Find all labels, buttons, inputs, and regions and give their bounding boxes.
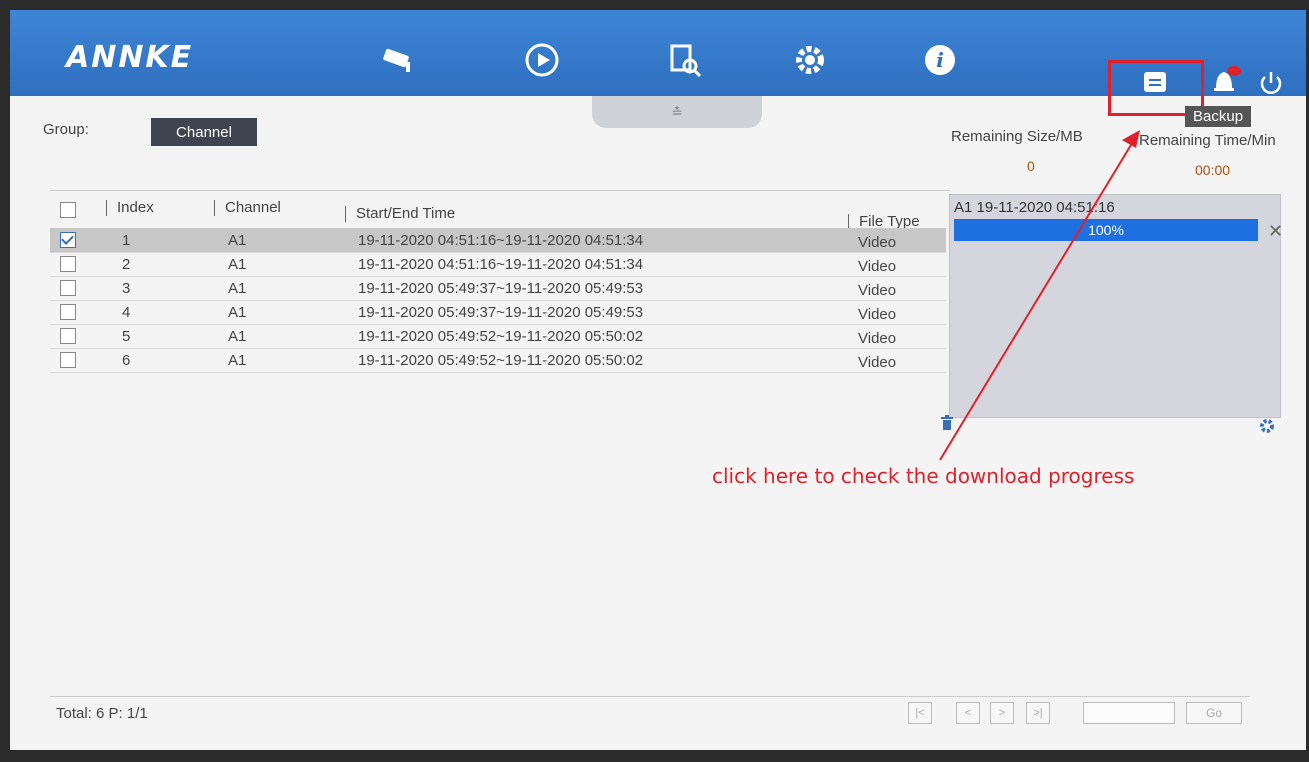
select-all-checkbox[interactable] <box>60 202 76 218</box>
backup-panel: Remaining Size/MB Remaining Time/Min 0 0… <box>941 122 1306 452</box>
header-channel: Channel <box>214 199 281 217</box>
progress-bar: 100% <box>954 219 1258 241</box>
remaining-time-value: 00:00 <box>1195 162 1231 178</box>
cell-time: 19-11-2020 04:51:16~19-11-2020 04:51:34 <box>358 256 644 273</box>
row-checkbox[interactable] <box>60 280 76 296</box>
cell-channel: A1 <box>228 328 247 345</box>
table-row[interactable]: 2 A1 19-11-2020 04:51:16~19-11-2020 04:51:… <box>50 252 946 277</box>
group-channel-button[interactable]: Channel <box>151 118 257 146</box>
alarm-bell-icon[interactable] <box>1206 62 1242 98</box>
annotation-text: click here to check the download progres… <box>712 464 1135 488</box>
cell-file-type: Video <box>858 258 897 275</box>
header-start-end-time: Start/End Time <box>345 205 455 223</box>
task-title: A1 19-11-2020 04:51:16 <box>954 199 1115 216</box>
cell-file-type: Video <box>858 306 897 323</box>
cell-index: 2 <box>122 256 131 273</box>
row-checkbox[interactable] <box>60 304 76 320</box>
remaining-size-value: 0 <box>1027 158 1035 174</box>
cell-index: 3 <box>122 280 131 297</box>
row-checkbox[interactable] <box>60 256 76 272</box>
cell-file-type: Video <box>858 354 897 371</box>
cell-time: 19-11-2020 05:49:52~19-11-2020 05:50:02 <box>358 352 644 369</box>
cell-file-type: Video <box>858 282 897 299</box>
settings-icon[interactable] <box>790 40 830 80</box>
cell-time: 19-11-2020 05:49:37~19-11-2020 05:49:53 <box>358 280 644 297</box>
cell-channel: A1 <box>228 304 247 321</box>
search-file-icon[interactable] <box>664 40 704 80</box>
cell-index: 6 <box>122 352 131 369</box>
cell-channel: A1 <box>228 280 247 297</box>
table-row[interactable]: 3 A1 19-11-2020 05:49:37~19-11-2020 05:49:… <box>50 276 946 301</box>
total-count: Total: 6 P: 1/1 <box>56 705 148 722</box>
gear-icon[interactable] <box>1259 418 1275 434</box>
cell-channel: A1 <box>228 352 247 369</box>
group-label: Group: <box>43 121 89 138</box>
last-page-button[interactable]: >| <box>1026 702 1050 724</box>
cell-index: 5 <box>122 328 131 345</box>
cell-time: 19-11-2020 04:51:16~19-11-2020 04:51:34 <box>358 232 644 249</box>
first-page-button[interactable]: |< <box>908 702 932 724</box>
trash-icon[interactable] <box>939 414 955 432</box>
row-checkbox[interactable] <box>60 352 76 368</box>
go-button[interactable]: Go <box>1186 702 1242 724</box>
collapse-toggle[interactable]: ≛ <box>592 96 762 128</box>
svg-text:i: i <box>936 48 944 72</box>
info-icon[interactable]: i <box>920 40 960 80</box>
chevron-down-icon: ≛ <box>671 103 683 120</box>
cell-channel: A1 <box>228 232 247 249</box>
cell-index: 4 <box>122 304 131 321</box>
prev-page-button[interactable]: < <box>956 702 980 724</box>
table-row[interactable]: 1 A1 19-11-2020 04:51:16~19-11-2020 04:51:… <box>50 228 946 253</box>
cell-channel: A1 <box>228 256 247 273</box>
row-checkbox[interactable] <box>60 328 76 344</box>
footer-divider <box>50 696 1250 697</box>
table-row[interactable]: 6 A1 19-11-2020 05:49:52~19-11-2020 05:50:… <box>50 348 946 373</box>
remaining-time-label: Remaining Time/Min <box>1139 132 1276 149</box>
dvr-screen: ANNKE i ≛ Backup Group: Channel Index Ch… <box>10 10 1306 750</box>
table-row[interactable]: 5 A1 19-11-2020 05:49:52~19-11-2020 05:50:… <box>50 324 946 349</box>
playback-icon[interactable] <box>522 40 562 80</box>
cell-time: 19-11-2020 05:49:52~19-11-2020 05:50:02 <box>358 328 644 345</box>
page-number-input[interactable] <box>1083 702 1175 724</box>
row-checkbox[interactable] <box>60 232 76 248</box>
close-icon[interactable]: ✕ <box>1268 221 1283 242</box>
cell-file-type: Video <box>858 234 897 251</box>
next-page-button[interactable]: > <box>990 702 1014 724</box>
cell-file-type: Video <box>858 330 897 347</box>
remaining-size-label: Remaining Size/MB <box>951 128 1083 145</box>
progress-text: 100% <box>1088 222 1124 238</box>
cell-index: 1 <box>122 232 131 249</box>
cell-time: 19-11-2020 05:49:37~19-11-2020 05:49:53 <box>358 304 644 321</box>
backup-task-list: A1 19-11-2020 04:51:16 100% ✕ <box>949 194 1283 418</box>
table-row[interactable]: 4 A1 19-11-2020 05:49:37~19-11-2020 05:49:… <box>50 300 946 325</box>
header-index: Index <box>106 199 154 217</box>
annke-logo: ANNKE <box>66 40 194 75</box>
power-icon[interactable] <box>1256 68 1286 98</box>
table-header: Index Channel Start/End Time File Type <box>50 190 950 231</box>
camera-icon[interactable] <box>378 40 418 80</box>
